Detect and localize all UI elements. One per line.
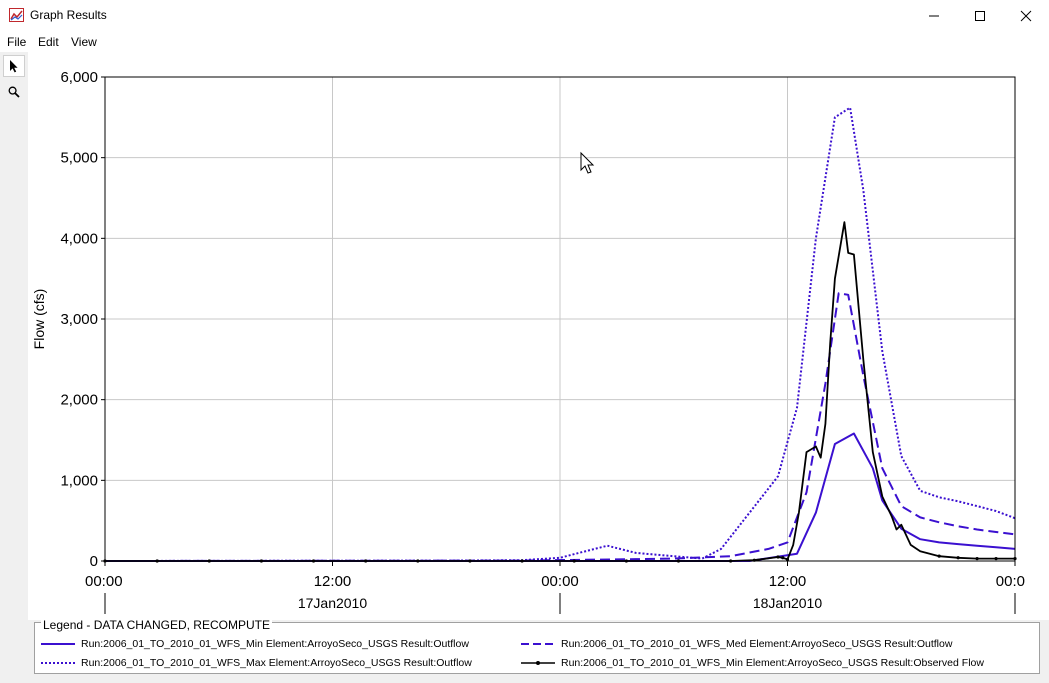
y-tick-label: 3,000	[60, 311, 98, 328]
series-marker	[975, 556, 979, 561]
legend-title: Legend - DATA CHANGED, RECOMPUTE	[41, 618, 272, 632]
y-tick-label: 2,000	[60, 392, 98, 409]
legend-label: Run:2006_01_TO_2010_01_WFS_Min Element:A…	[81, 638, 469, 650]
legend-label: Run:2006_01_TO_2010_01_WFS_Max Element:A…	[81, 657, 472, 669]
graph-app-icon	[9, 8, 24, 22]
menu-view[interactable]: View	[71, 35, 97, 49]
legend-label: Run:2006_01_TO_2010_01_WFS_Min Element:A…	[561, 657, 984, 669]
window-title: Graph Results	[30, 8, 107, 22]
series-marker	[937, 554, 941, 558]
legend-swatch-solid	[41, 643, 75, 645]
menu-edit[interactable]: Edit	[38, 35, 59, 49]
y-tick-label: 0	[90, 553, 98, 570]
legend-swatch-dashed	[521, 643, 555, 645]
date-label: 17Jan2010	[298, 595, 368, 611]
y-tick-label: 6,000	[60, 69, 98, 86]
series-marker	[956, 556, 960, 560]
series-marker	[994, 556, 998, 561]
menu-bar: File Edit View	[0, 31, 1049, 53]
legend-entry-max-outflow: Run:2006_01_TO_2010_01_WFS_Max Element:A…	[41, 656, 472, 670]
date-label: 18Jan2010	[753, 595, 823, 611]
x-tick-label: 00:00	[85, 573, 123, 590]
y-tick-label: 1,000	[60, 472, 98, 489]
maximize-button[interactable]	[957, 0, 1003, 31]
minimize-button[interactable]	[911, 0, 957, 31]
series-marker	[776, 555, 780, 559]
maximize-icon	[975, 10, 985, 21]
legend-entry-min-outflow: Run:2006_01_TO_2010_01_WFS_Min Element:A…	[41, 637, 469, 651]
legend-swatch-dotted	[41, 662, 75, 664]
close-icon	[1020, 10, 1032, 21]
y-tick-label: 4,000	[60, 230, 98, 247]
legend-box: Legend - DATA CHANGED, RECOMPUTE Run:200…	[34, 618, 1040, 674]
legend-swatch-marker	[521, 661, 555, 665]
title-bar: Graph Results	[0, 0, 1049, 31]
menu-file[interactable]: File	[7, 35, 26, 49]
x-tick-label: 12:00	[314, 573, 352, 590]
y-tick-label: 5,000	[60, 150, 98, 167]
legend-label: Run:2006_01_TO_2010_01_WFS_Med Element:A…	[561, 638, 953, 650]
legend-entry-med-outflow: Run:2006_01_TO_2010_01_WFS_Med Element:A…	[521, 637, 952, 651]
legend-entry-observed-flow: Run:2006_01_TO_2010_01_WFS_Min Element:A…	[521, 656, 984, 670]
series-marker	[781, 556, 785, 560]
close-button[interactable]	[1003, 0, 1049, 31]
x-tick-label: 00:0	[996, 573, 1025, 590]
x-tick-label: 00:00	[541, 573, 579, 590]
y-axis-label: Flow (cfs)	[31, 289, 47, 350]
minimize-icon	[929, 15, 939, 16]
flow-chart: 0 1,000 2,000 3,000 4,000 5,000 6,000 Flow (cfs…	[31, 69, 1025, 614]
x-tick-label: 12:00	[769, 573, 807, 590]
